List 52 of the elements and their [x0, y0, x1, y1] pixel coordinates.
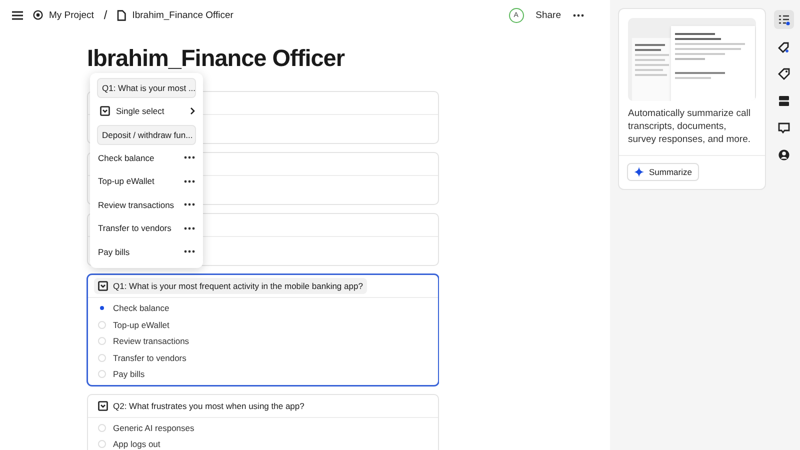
summarize-button[interactable]: Summarize	[627, 163, 699, 181]
radio-button[interactable]	[98, 337, 106, 346]
more-icon[interactable]	[184, 203, 195, 206]
radio-button[interactable]	[98, 354, 106, 362]
sparkle-icon	[634, 167, 644, 177]
radio-button[interactable]	[98, 424, 106, 432]
share-button[interactable]: Share	[534, 8, 563, 22]
radio-button[interactable]	[98, 370, 106, 378]
menu-item[interactable]: Pay bills	[98, 246, 130, 257]
toolbar-button[interactable]	[774, 10, 794, 29]
dropdown-icon	[98, 400, 108, 410]
target-icon	[33, 10, 43, 20]
breadcrumb-separator: /	[104, 8, 108, 22]
list-icon	[778, 14, 790, 26]
menu-icon[interactable]	[12, 10, 23, 20]
question-type-item[interactable]: Single select	[97, 101, 196, 122]
document-title: Ibrahim_Finance Officer	[132, 10, 234, 20]
dropdown-icon	[98, 281, 108, 291]
more-icon[interactable]	[184, 180, 195, 183]
more-icon[interactable]	[573, 14, 584, 16]
radio-button[interactable]	[98, 440, 106, 448]
option-label: App logs out	[113, 439, 160, 450]
option-label: Top-up eWallet	[113, 320, 170, 330]
menu-item[interactable]: Transfer to vendors	[98, 223, 172, 234]
more-icon[interactable]	[184, 226, 195, 230]
option-label: Review transactions	[113, 336, 190, 346]
option-label: Generic AI responses	[113, 422, 194, 433]
document-heading: Ibrahim_Finance Officer	[87, 44, 346, 72]
option-label: Transfer to vendors	[113, 352, 186, 363]
project-link[interactable]: My Project	[49, 10, 94, 20]
summary-description: Automatically summarize call transcripts, documents, survey responses, and more.	[628, 108, 752, 146]
chevron-right-icon	[190, 107, 195, 116]
more-icon[interactable]	[184, 156, 195, 160]
document-icon	[117, 10, 126, 20]
menu-item[interactable]: Top-up eWallet	[98, 176, 154, 186]
menu-item[interactable]: Review transactions	[98, 200, 174, 210]
dropdown-icon	[100, 106, 110, 116]
option-label: Check balance	[113, 303, 170, 314]
option-label: Pay bills	[113, 369, 145, 380]
person-icon	[778, 148, 790, 160]
question-chip[interactable]: Q1: What is your most ...	[97, 78, 196, 98]
type-label: Single select	[116, 106, 164, 116]
add-tag-icon	[778, 40, 790, 52]
comment-icon	[778, 122, 790, 134]
tag-icon	[778, 68, 790, 80]
section-chip[interactable]: Deposit / withdraw fun...	[97, 124, 196, 144]
stack-icon	[778, 94, 790, 106]
question-title[interactable]: Q1: What is your most frequent activity in the mobile banking app?	[94, 278, 367, 294]
menu-item[interactable]: Check balance	[98, 152, 154, 163]
radio-button[interactable]	[98, 320, 106, 329]
more-icon[interactable]	[184, 250, 195, 254]
question-title[interactable]: Q2: What frustrates you most when using the app?	[94, 398, 308, 414]
